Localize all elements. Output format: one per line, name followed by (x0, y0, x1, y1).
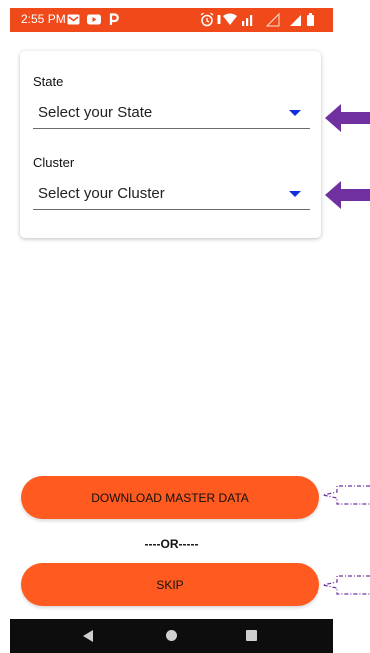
download-callout (323, 485, 370, 505)
cluster-pointer-arrow (325, 181, 370, 209)
data-icon (242, 15, 253, 26)
status-bar: 2:55 PM (10, 8, 333, 32)
gmail-icon (67, 14, 80, 25)
battery-icon (307, 13, 314, 26)
cluster-dropdown-value: Select your Cluster (38, 185, 165, 202)
skip-callout (323, 575, 370, 595)
download-master-data-button[interactable]: DOWNLOAD MASTER DATA (21, 476, 319, 519)
wifi-icon (223, 13, 237, 25)
navigation-bar (10, 619, 333, 653)
location-form-card: State Select your State Cluster Select y… (20, 51, 321, 238)
cluster-label: Cluster (33, 155, 75, 170)
state-label: State (33, 74, 64, 89)
chevron-down-icon (289, 110, 301, 116)
paytm-icon (109, 13, 119, 25)
cluster-dropdown[interactable]: Select your Cluster (33, 180, 310, 210)
back-icon[interactable] (83, 630, 93, 642)
youtube-icon (87, 14, 101, 25)
alarm-icon (200, 12, 214, 27)
state-dropdown-value: Select your State (38, 104, 153, 121)
skip-button[interactable]: SKIP (21, 563, 319, 606)
status-time: 2:55 PM (21, 12, 66, 26)
signal-icon (290, 15, 301, 26)
or-divider: ----OR----- (144, 537, 199, 551)
app-screen: 2:55 PM State Select your State Cluster … (10, 8, 333, 653)
state-pointer-arrow (325, 104, 370, 132)
signal-icon (266, 12, 280, 27)
home-icon[interactable] (166, 630, 177, 641)
recents-icon[interactable] (246, 630, 257, 641)
chevron-down-icon (289, 191, 301, 197)
state-dropdown[interactable]: Select your State (33, 99, 310, 129)
